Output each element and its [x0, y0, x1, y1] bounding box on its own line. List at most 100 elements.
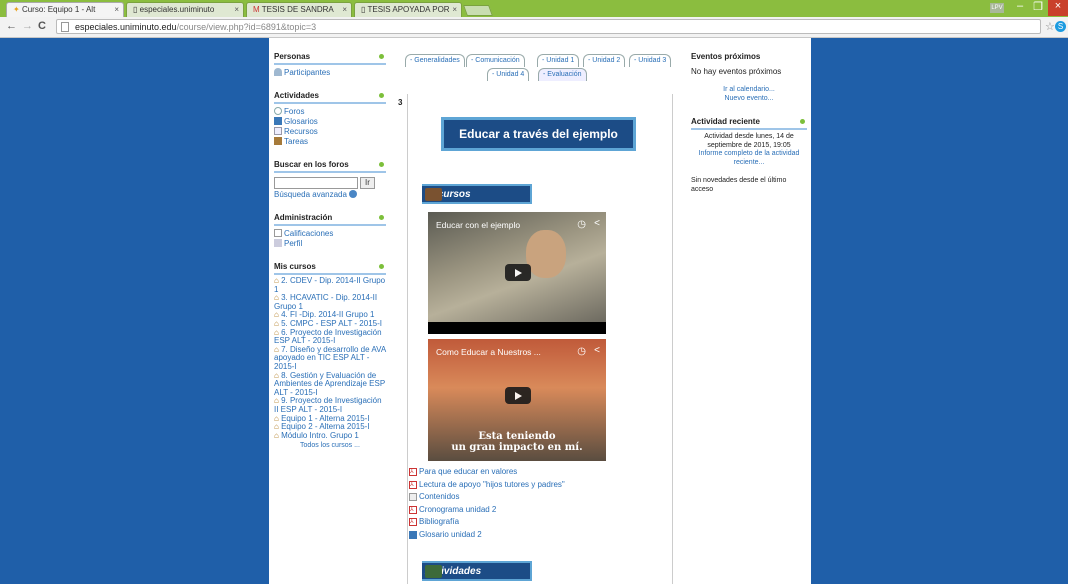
bookmark-star-icon[interactable]: ☆ [1045, 20, 1055, 33]
resource-link[interactable]: ⅄ Cronograma unidad 2 [409, 504, 609, 517]
course-link[interactable]: ⌂ 9. Proyecto de Investigación II ESP AL… [274, 397, 386, 414]
participantes-link[interactable]: Participantes [274, 68, 386, 77]
resources-image-icon [425, 188, 442, 201]
close-tab-icon[interactable]: × [342, 5, 347, 14]
right-sidebar: Eventos próximos No hay eventos próximos… [691, 52, 807, 208]
topic-section: Educar a través del ejemplo Recursos Edu… [407, 94, 673, 584]
actividades-label: Actividades [422, 561, 532, 581]
new-tab-button[interactable] [462, 5, 494, 16]
tab-especiales[interactable]: ▯ especiales.uniminuto × [126, 2, 244, 17]
collapse-icon[interactable] [379, 162, 384, 167]
close-tab-icon[interactable]: × [234, 5, 239, 14]
activities-image-icon [425, 565, 442, 578]
play-button[interactable] [505, 387, 531, 404]
page-icon: ▯ [133, 5, 138, 14]
course-link[interactable]: ⌂ 6. Proyecto de Investigación ESP ALT -… [274, 328, 386, 346]
pdf-icon: ⅄ [409, 480, 417, 489]
foros-link[interactable]: Foros [274, 107, 386, 116]
assignment-icon [274, 137, 282, 145]
video-caption: Esta teniendo un gran impacto en mí. [451, 431, 583, 453]
tab-generalidades[interactable]: - Generalidades [405, 54, 465, 67]
close-tab-icon[interactable]: × [452, 5, 457, 14]
advanced-search-link[interactable]: Búsqueda avanzada [274, 190, 386, 199]
video-progress-strip [428, 322, 606, 334]
glosarios-link[interactable]: Glosarios [274, 117, 386, 126]
collapse-icon[interactable] [379, 264, 384, 269]
profile-icon [274, 239, 282, 247]
forum-icon [274, 107, 282, 115]
tab-tesis-apoyada[interactable]: ▯ TESIS APOYADA POR × [354, 2, 462, 17]
recursos-link[interactable]: Recursos [274, 127, 386, 136]
content-icon [409, 493, 417, 502]
profile-badge[interactable]: LPV [990, 3, 1004, 13]
child-figure [526, 230, 566, 278]
tab-comunicacion[interactable]: - Comunicación [466, 54, 525, 67]
buscar-block: Buscar en los foros Ir Búsqueda avanzada [274, 160, 386, 199]
collapse-icon[interactable] [379, 215, 384, 220]
course-link[interactable]: ⌂ 8. Gestión y Evaluación de Ambientes d… [274, 371, 386, 398]
search-go-button[interactable]: Ir [360, 177, 375, 189]
page-icon [61, 22, 69, 32]
tab-unidad-2[interactable]: - Unidad 2 [583, 54, 626, 67]
share-icon[interactable]: < [594, 345, 600, 356]
play-button[interactable] [505, 264, 531, 281]
activity-report-link[interactable]: Informe completo de la actividad recient… [691, 150, 807, 167]
calificaciones-link[interactable]: Calificaciones [274, 229, 386, 238]
grades-icon [274, 229, 282, 237]
browser-tab-bar: ✦ Curso: Equipo 1 - Alt × ▯ especiales.un… [0, 0, 1068, 17]
course-home-icon: ⌂ [274, 430, 282, 440]
close-window-button[interactable]: × [1048, 0, 1068, 16]
actividades-block: Actividades Foros Glosarios Recursos Tar… [274, 91, 386, 146]
minimize-button[interactable]: – [1013, 0, 1027, 16]
new-event-link[interactable]: Nuevo evento... [691, 95, 807, 104]
tab-unidad-4[interactable]: - Unidad 4 [487, 68, 530, 81]
watch-later-icon[interactable]: ◷ [577, 346, 586, 357]
resource-icon [274, 127, 282, 135]
collapse-icon[interactable] [379, 54, 384, 59]
tareas-link[interactable]: Tareas [274, 137, 386, 146]
course-link[interactable]: ⌂ 3. HCAVATIC - Dip. 2014-II Grupo 1 [274, 293, 386, 311]
recursos-label: Recursos [422, 184, 532, 204]
activity-since-text: Actividad desde lunes, 14 de septiembre … [704, 133, 794, 149]
course-link[interactable]: ⌂ 2. CDEV - Dip. 2014-II Grupo 1 [274, 276, 386, 294]
moodle-icon: ✦ [13, 5, 20, 14]
tab-curso[interactable]: ✦ Curso: Equipo 1 - Alt × [6, 2, 124, 17]
tab-unidad-1[interactable]: - Unidad 1 [537, 54, 580, 67]
back-arrow-icon[interactable]: ← [6, 20, 17, 32]
tab-evaluacion[interactable]: - Evaluación [538, 68, 587, 81]
no-news-text: Sin novedades desde el último acceso [691, 177, 787, 193]
section-banner: Educar a través del ejemplo [441, 117, 636, 151]
forum-search-input[interactable] [274, 177, 358, 189]
glossary-icon [409, 530, 417, 539]
share-icon[interactable]: < [594, 218, 600, 229]
help-icon[interactable] [348, 190, 357, 198]
actividad-block: Actividad reciente Actividad desde lunes… [691, 117, 807, 194]
resource-link[interactable]: ⅄ Lectura de apoyo "hijos tutores y padre… [409, 479, 609, 492]
perfil-link[interactable]: Perfil [274, 239, 386, 248]
no-events-text: No hay eventos próximos [691, 67, 782, 76]
collapse-icon[interactable] [800, 119, 805, 124]
pdf-icon: ⅄ [409, 518, 417, 527]
maximize-button[interactable]: ❐ [1031, 0, 1045, 16]
reload-icon[interactable]: C [38, 20, 46, 32]
url-input[interactable]: especiales.uniminuto.edu/course/view.php… [56, 19, 1041, 34]
resource-link[interactable]: ⅄ Bibliografía [409, 516, 609, 529]
gmail-icon: M [253, 5, 260, 14]
course-link[interactable]: ⌂ 7. Diseño y desarrollo de AVA apoyado … [274, 345, 386, 372]
all-courses-link[interactable]: Todos los cursos ... [274, 442, 386, 451]
watch-later-icon[interactable]: ◷ [577, 219, 586, 230]
forward-arrow-icon[interactable]: → [22, 20, 33, 32]
close-tab-icon[interactable]: × [114, 5, 119, 14]
tab-unidad-3[interactable]: - Unidad 3 [629, 54, 672, 67]
resource-link[interactable]: ⅄ Para que educar en valores [409, 466, 609, 479]
skype-icon[interactable]: S [1055, 21, 1066, 32]
collapse-icon[interactable] [379, 93, 384, 98]
calendar-link[interactable]: Ir al calendario... [691, 86, 807, 95]
video-como-educar[interactable]: Como Educar a Nuestros ... ◷ < Esta teni… [428, 339, 606, 461]
course-link[interactable]: ⌂ Módulo Intro. Grupo 1 [274, 430, 386, 441]
video-educar-ejemplo[interactable]: Educar con el ejemplo ◷ < [428, 212, 606, 334]
pdf-icon: ⅄ [409, 505, 417, 514]
resource-link[interactable]: Glosario unidad 2 [409, 529, 609, 542]
tab-tesis-sandra[interactable]: M TESIS DE SANDRA × [246, 2, 352, 17]
resource-link[interactable]: Contenidos [409, 491, 609, 504]
